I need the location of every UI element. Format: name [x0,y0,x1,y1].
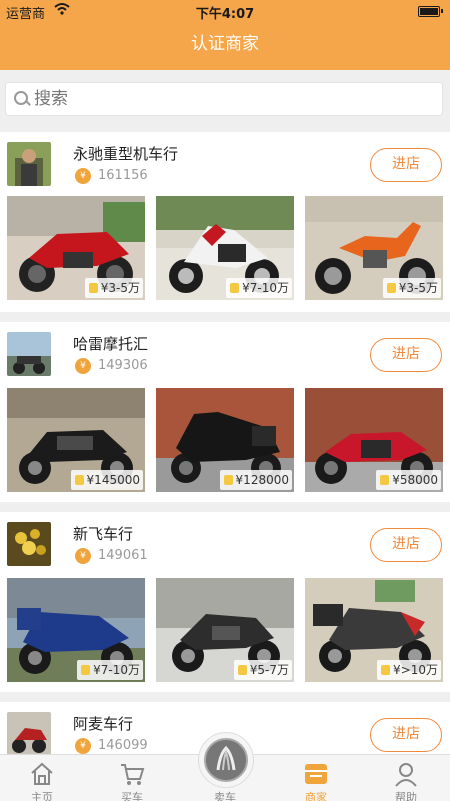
home-icon [29,761,55,787]
shop-card[interactable]: 新飞车行 ¥ 149061 进店 ¥7-10万 ¥5-7万 ¥>10万 [0,512,450,692]
bike-tile[interactable]: ¥145000 [7,388,145,492]
price-tag: ¥5-7万 [233,660,292,680]
shop-name: 哈雷摩托汇 [73,335,149,353]
status-time: 下午4:07 [195,7,255,22]
shop-icon [303,761,329,787]
shop-views: 146099 [98,738,148,753]
tab-help[interactable]: 帮助 [366,755,446,801]
shop-name: 阿麦车行 [73,715,134,733]
coin-icon: ¥ [75,358,91,374]
shop-card[interactable]: 永驰重型机车行 ¥ 161156 进店 ¥3-5万 ¥7-10万 ¥3-5万 [0,132,450,312]
shop-name: 新飞车行 [73,525,134,543]
tab-label: 商家 [305,791,327,801]
tab-label: 主页 [31,791,53,801]
bike-tile[interactable]: ¥7-10万 [7,578,145,682]
price-tag: ¥145000 [70,470,143,490]
coin-icon: ¥ [75,168,91,184]
shop-views: 149061 [98,548,148,563]
shop-avatar [7,332,51,376]
shop-avatar [7,142,51,186]
search-input[interactable] [34,85,434,113]
price-tag: ¥3-5万 [84,278,143,298]
shop-card[interactable]: 哈雷摩托汇 ¥ 149306 进店 ¥145000 ¥128000 ¥58000 [0,322,450,502]
bike-tile[interactable]: ¥3-5万 [305,196,443,300]
price-tag: ¥7-10万 [226,278,292,298]
price-tag: ¥58000 [376,470,441,490]
bike-tile[interactable]: ¥58000 [305,388,443,492]
enter-shop-button[interactable]: 进店 [370,718,442,752]
tab-shops[interactable]: 商家 [276,755,356,801]
tab-home[interactable]: 主页 [2,755,82,801]
tab-label: 卖车 [214,791,236,801]
bike-tile[interactable]: ¥3-5万 [7,196,145,300]
sell-center-button[interactable] [198,732,254,788]
search-box[interactable] [5,82,443,116]
tab-label: 买车 [121,791,143,801]
tab-label: 帮助 [395,791,417,801]
price-tag: ¥7-10万 [77,660,143,680]
shop-views: 149306 [98,358,148,373]
search-icon [14,90,30,108]
shop-views: 161156 [98,168,148,183]
price-tag: ¥128000 [219,470,292,490]
shop-avatar [7,712,51,756]
bike-tile[interactable]: ¥7-10万 [156,196,294,300]
shop-name: 永驰重型机车行 [73,145,179,163]
page-title: 认证商家 [191,34,259,54]
cart-icon [119,761,145,787]
price-tag: ¥3-5万 [382,278,441,298]
enter-shop-button[interactable]: 进店 [370,528,442,562]
search-bar [0,70,450,130]
bike-tile[interactable]: ¥>10万 [305,578,443,682]
battery-icon [418,6,443,17]
enter-shop-button[interactable]: 进店 [370,148,442,182]
coin-icon: ¥ [75,738,91,754]
coin-icon: ¥ [75,548,91,564]
bike-tile[interactable]: ¥128000 [156,388,294,492]
sell-center-icon [204,738,248,782]
shop-avatar [7,522,51,566]
price-tag: ¥>10万 [377,660,441,680]
tab-buy[interactable]: 买车 [92,755,172,801]
status-bar: 运营商 下午4:07 [0,0,450,24]
bike-tile[interactable]: ¥5-7万 [156,578,294,682]
enter-shop-button[interactable]: 进店 [370,338,442,372]
nav-bar: 认证商家 [0,24,450,70]
user-icon [393,761,419,787]
